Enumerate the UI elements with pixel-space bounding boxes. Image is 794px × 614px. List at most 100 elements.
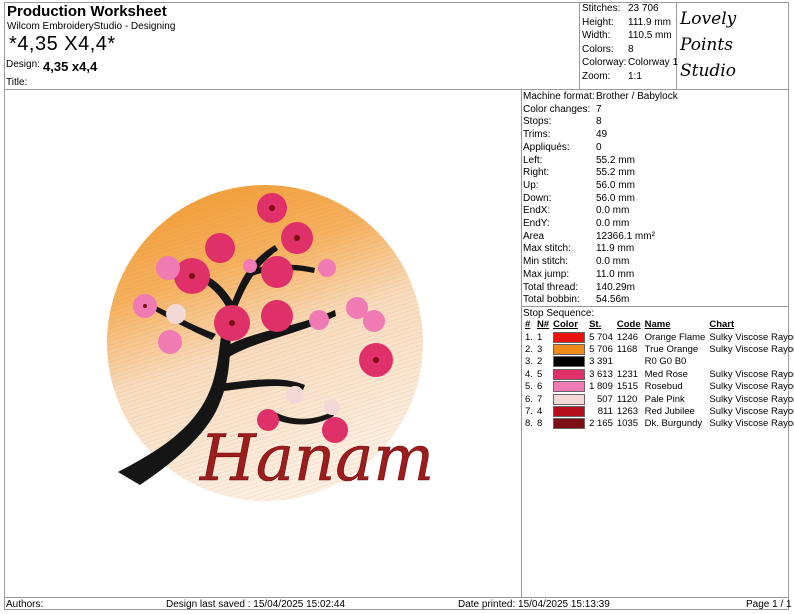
stop-row: 2. 3 5 706 1168 True Orange Sulky Viscose Ray…	[523, 343, 794, 356]
page-title: Production Worksheet	[7, 3, 167, 20]
summary-value: 110.5 mm	[628, 30, 672, 42]
footer-divider	[4, 597, 789, 598]
frame-left	[4, 2, 5, 610]
logo-line-2: Points	[680, 35, 733, 55]
logo-divider	[676, 2, 677, 89]
col-index: #	[525, 319, 531, 331]
col-name: Name	[644, 319, 671, 331]
specs-divider	[521, 89, 522, 597]
summary-label: Stitches:	[582, 3, 621, 14]
frame-bottom	[4, 609, 789, 610]
stop-chart: Sulky Viscose Rayon	[709, 381, 794, 393]
stop-code: 1120	[616, 393, 638, 405]
stop-name: R0 G0 B0	[644, 356, 687, 368]
stop-row: 1. 1 5 704 1246 Orange Flame Sulky Viscose Ra…	[523, 331, 794, 343]
stop-row: 4. 5 3 613 1231 Med Rose Sulky Viscose Rayon	[523, 368, 794, 381]
stop-chart: Sulky Viscose Rayon	[709, 368, 794, 380]
spec-label: Color changes:	[523, 103, 591, 115]
stop-number: 7	[536, 393, 543, 405]
stop-color-swatch	[553, 381, 586, 393]
stop-color-cell	[551, 356, 587, 368]
stop-stitches: 2 165	[589, 418, 613, 430]
stop-code	[615, 356, 643, 368]
col-stitches: St.	[589, 319, 602, 331]
stop-row: 3. 2 3 391 R0 G0 B0	[523, 356, 794, 368]
summary-label: Width:	[582, 30, 611, 42]
spec-label: EndX:	[523, 205, 551, 217]
summary-value: Colorway 1	[628, 57, 679, 69]
stop-code: 1263	[616, 405, 639, 417]
spec-value: 0.0 mm	[596, 218, 630, 229]
stop-number: 6	[536, 381, 543, 393]
stop-chart: Sulky Viscose Rayon	[709, 405, 794, 417]
footer-page: Page 1 / 1	[746, 599, 792, 610]
footer-last-saved: Design last saved : 15/04/2025 15:02:44	[166, 599, 346, 610]
stop-color-cell	[551, 331, 587, 343]
stop-index: 6.	[525, 393, 533, 405]
stop-name: Red Jubilee	[644, 405, 695, 417]
spec-label: Right:	[523, 167, 550, 179]
stop-stitches: 1 809	[589, 381, 613, 393]
stop-code: 1246	[616, 331, 639, 343]
col-code: Code	[616, 319, 641, 331]
header-divider	[4, 89, 789, 90]
stop-code: 1035	[616, 418, 639, 430]
spec-label: Total bobbin:	[523, 294, 580, 306]
stop-number: 2	[536, 356, 543, 368]
stop-color-swatch	[553, 356, 586, 368]
stop-chart: Sulky Viscose Rayon	[709, 393, 794, 405]
stop-stitches: 3 613	[589, 368, 613, 380]
spec-label: Machine format:	[523, 91, 595, 102]
stop-color-cell	[551, 418, 587, 430]
summary-label: Colors:	[582, 43, 614, 55]
stop-stitches: 3 391	[589, 356, 613, 368]
col-color: Color	[553, 319, 578, 331]
spec-value: 56.0 mm	[596, 179, 635, 191]
spec-label: Appliqués:	[523, 141, 570, 153]
stop-stitches: 5 706	[589, 343, 613, 355]
spec-value: Brother / Babylock	[596, 91, 678, 102]
spec-value: 11.9 mm	[596, 243, 635, 255]
spec-value: 56.0 mm	[596, 192, 635, 204]
stop-color-swatch	[553, 418, 586, 430]
stop-color-cell	[551, 393, 587, 405]
stop-code: 1168	[616, 343, 638, 355]
spec-value: 140.29m	[596, 281, 635, 293]
spec-value: 55.2 mm	[596, 167, 635, 179]
stop-color-swatch	[553, 393, 586, 405]
spec-value: 7	[596, 103, 602, 115]
footer-authors: Authors:	[6, 599, 44, 610]
stop-index: 4.	[525, 368, 533, 380]
summary-label: Zoom:	[582, 71, 611, 82]
summary-value: 8	[628, 43, 634, 55]
software-name: Wilcom EmbroideryStudio - Designing	[7, 21, 176, 32]
stop-index: 7.	[525, 405, 533, 417]
stop-number: 4	[536, 405, 543, 417]
stop-name: Pale Pink	[644, 393, 685, 405]
spec-label: Stops:	[523, 116, 552, 128]
stop-color-swatch	[553, 405, 586, 417]
stop-sequence-table: # N# Color St. Code Name Chart 1. 1 5 704 1…	[523, 319, 794, 431]
stop-sequence-header-row: # N# Color St. Code Name Chart	[523, 319, 794, 331]
spec-value: 55.2 mm	[596, 154, 635, 166]
design-preview: Hanami	[107, 185, 430, 501]
spec-label: Left:	[523, 154, 543, 166]
spec-label: Area	[523, 230, 545, 242]
stop-number: 5	[536, 368, 543, 380]
summary-value: 23 706	[628, 3, 659, 14]
stop-color-cell	[551, 381, 587, 393]
stop-index: 5.	[525, 381, 533, 393]
spec-label: Max jump:	[523, 268, 570, 280]
stop-name: Dk. Burgundy	[644, 418, 703, 430]
studio-logo: Lovely Points Studio	[680, 6, 736, 84]
stop-color-cell	[551, 368, 587, 381]
stop-row: 5. 6 1 809 1515 Rosebud Sulky Viscose Rayon	[523, 381, 794, 393]
col-number: N#	[536, 319, 550, 331]
stop-name: Orange Flame	[644, 331, 706, 343]
spec-value: 0	[596, 141, 602, 153]
footer-date-printed: Date printed: 15/04/2025 15:13:39	[458, 599, 610, 610]
stop-index: 1.	[525, 331, 533, 343]
stop-color-swatch	[553, 368, 586, 380]
summary-divider	[579, 2, 580, 89]
stop-index: 8.	[525, 418, 533, 430]
